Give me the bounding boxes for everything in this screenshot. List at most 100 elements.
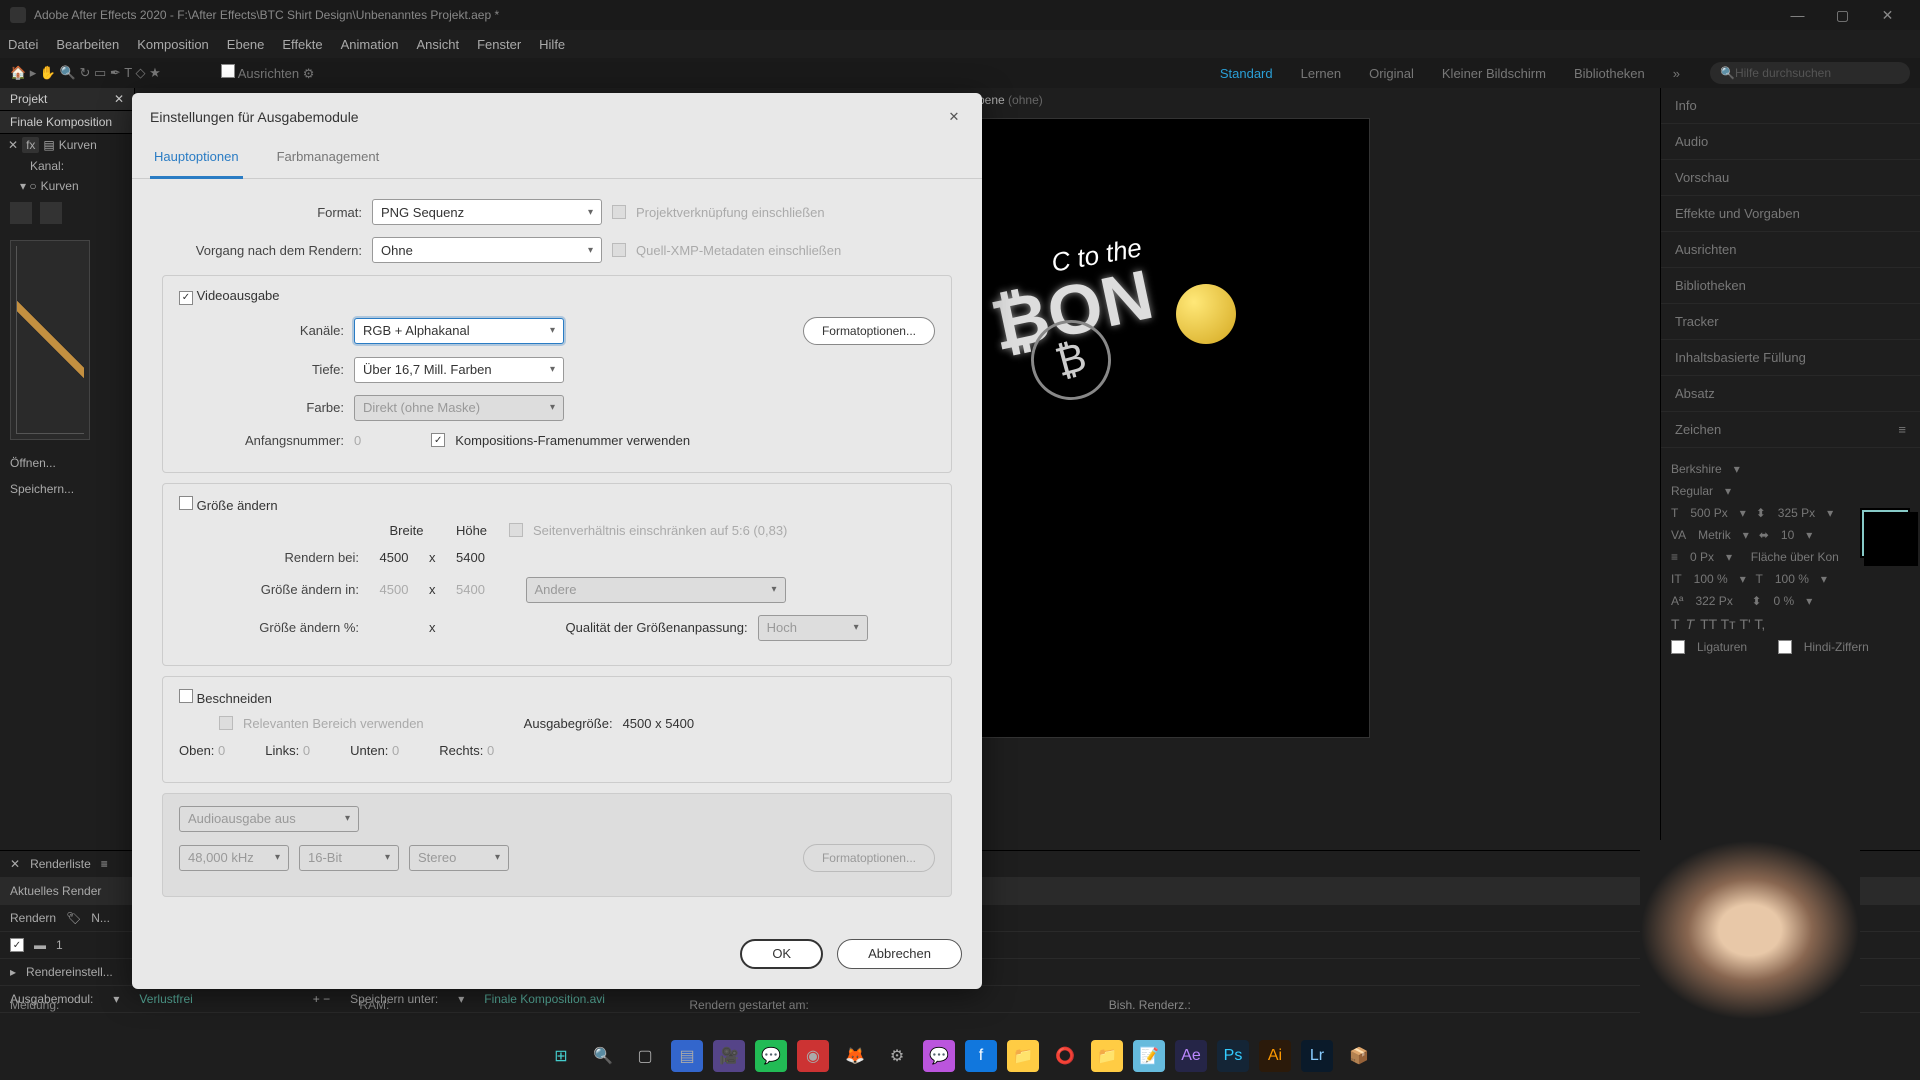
renderliste-tab[interactable]: Renderliste bbox=[30, 857, 91, 871]
tracking[interactable]: 10 bbox=[1781, 528, 1794, 542]
close-button[interactable]: ✕ bbox=[1865, 7, 1910, 24]
tool-btn-2[interactable] bbox=[40, 202, 62, 224]
curve-graph[interactable] bbox=[10, 240, 90, 440]
menu-bearbeiten[interactable]: Bearbeiten bbox=[56, 37, 119, 52]
panel-ausrichten[interactable]: Ausrichten bbox=[1661, 232, 1920, 268]
ai-icon[interactable]: Ai bbox=[1259, 1040, 1291, 1072]
ausrichten-checkbox[interactable] bbox=[221, 64, 235, 78]
rendereinstellungen[interactable]: Rendereinstell... bbox=[26, 965, 113, 979]
ae-icon[interactable]: Ae bbox=[1175, 1040, 1207, 1072]
menu-animation[interactable]: Animation bbox=[341, 37, 399, 52]
comp-name[interactable]: Finale Komposition bbox=[0, 111, 134, 134]
search-icon[interactable]: 🔍 bbox=[587, 1040, 619, 1072]
folder-icon[interactable]: 📁 bbox=[1091, 1040, 1123, 1072]
format-dropdown[interactable]: PNG Sequenz bbox=[372, 199, 602, 225]
obs-icon[interactable]: ⭕ bbox=[1049, 1040, 1081, 1072]
channels-label: Kanäle: bbox=[179, 323, 344, 338]
panel-effekte[interactable]: Effekte und Vorgaben bbox=[1661, 196, 1920, 232]
leading[interactable]: 325 Px bbox=[1778, 506, 1815, 520]
workspace-lernen[interactable]: Lernen bbox=[1301, 66, 1341, 81]
channels-dropdown[interactable]: RGB + Alphakanal bbox=[354, 318, 564, 344]
workspace-bibliotheken[interactable]: Bibliotheken bbox=[1574, 66, 1645, 81]
tool-btn-1[interactable] bbox=[10, 202, 32, 224]
resize-height: 5400 bbox=[446, 582, 496, 597]
panel-zeichen[interactable]: Zeichen bbox=[1675, 422, 1721, 437]
status-gestartet: Rendern gestartet am: bbox=[689, 998, 808, 1012]
menu-fenster[interactable]: Fenster bbox=[477, 37, 521, 52]
tab-farbmanagement[interactable]: Farbmanagement bbox=[273, 141, 384, 178]
composition-viewer[interactable]: C to the ₿ON ₿ bbox=[970, 118, 1370, 738]
workspace-kleiner[interactable]: Kleiner Bildschirm bbox=[1442, 66, 1546, 81]
app-icon-2[interactable]: 🎥 bbox=[713, 1040, 745, 1072]
panel-inhalt[interactable]: Inhaltsbasierte Füllung bbox=[1661, 340, 1920, 376]
resize-pct-label: Größe ändern %: bbox=[179, 620, 359, 635]
taskview-icon[interactable]: ▢ bbox=[629, 1040, 661, 1072]
explorer-icon[interactable]: 📁 bbox=[1007, 1040, 1039, 1072]
ps-icon[interactable]: Ps bbox=[1217, 1040, 1249, 1072]
crop-right-label: Rechts: bbox=[439, 743, 483, 758]
kurven-sub[interactable]: Kurven bbox=[41, 179, 79, 193]
app-icon-1[interactable]: ▤ bbox=[671, 1040, 703, 1072]
project-tab[interactable]: Projekt bbox=[10, 92, 47, 106]
tsume[interactable]: 0 % bbox=[1774, 594, 1795, 608]
app-icon-3[interactable]: ◉ bbox=[797, 1040, 829, 1072]
kerning[interactable]: Metrik bbox=[1698, 528, 1731, 542]
effect-kurven[interactable]: Kurven bbox=[59, 138, 97, 152]
help-search[interactable]: 🔍 Hilfe durchsuchen bbox=[1710, 62, 1910, 84]
tab-hauptoptionen[interactable]: Hauptoptionen bbox=[150, 141, 243, 179]
ligaturen-checkbox[interactable] bbox=[1671, 640, 1685, 654]
panel-bibliotheken[interactable]: Bibliotheken bbox=[1661, 268, 1920, 304]
postrender-dropdown[interactable]: Ohne bbox=[372, 237, 602, 263]
stroke[interactable]: 0 Px bbox=[1690, 550, 1714, 564]
format-options-button[interactable]: Formatoptionen... bbox=[803, 317, 935, 345]
app-icon-4[interactable]: ⚙ bbox=[881, 1040, 913, 1072]
panel-audio[interactable]: Audio bbox=[1661, 124, 1920, 160]
comp-frame-label: Kompositions-Framenummer verwenden bbox=[455, 433, 690, 448]
firefox-icon[interactable]: 🦊 bbox=[839, 1040, 871, 1072]
start-icon[interactable]: ⊞ bbox=[545, 1040, 577, 1072]
color-swatch[interactable] bbox=[1860, 508, 1910, 558]
app-icon-last[interactable]: 📦 bbox=[1343, 1040, 1375, 1072]
messenger-icon[interactable]: 💬 bbox=[923, 1040, 955, 1072]
whatsapp-icon[interactable]: 💬 bbox=[755, 1040, 787, 1072]
panel-tracker[interactable]: Tracker bbox=[1661, 304, 1920, 340]
cancel-button[interactable]: Abbrechen bbox=[837, 939, 962, 969]
ausrichten-label: Ausrichten bbox=[238, 66, 299, 81]
comp-frame-checkbox[interactable] bbox=[431, 433, 445, 447]
workspace-more[interactable]: » bbox=[1673, 66, 1680, 81]
font-size[interactable]: 500 Px bbox=[1690, 506, 1727, 520]
resize-checkbox[interactable] bbox=[179, 496, 193, 510]
menu-ebene[interactable]: Ebene bbox=[227, 37, 265, 52]
hindi-checkbox[interactable] bbox=[1778, 640, 1792, 654]
save-button[interactable]: Speichern... bbox=[0, 476, 134, 502]
baseline[interactable]: 322 Px bbox=[1695, 594, 1732, 608]
menu-komposition[interactable]: Komposition bbox=[137, 37, 209, 52]
facebook-icon[interactable]: f bbox=[965, 1040, 997, 1072]
toolbar: 🏠 ▸ ✋ 🔍 ↻ ▭ ✒ T ◇ ★ Ausrichten ⚙ Standar… bbox=[0, 58, 1920, 88]
menu-hilfe[interactable]: Hilfe bbox=[539, 37, 565, 52]
ok-button[interactable]: OK bbox=[740, 939, 823, 969]
menu-effekte[interactable]: Effekte bbox=[282, 37, 322, 52]
maximize-button[interactable]: ▢ bbox=[1820, 7, 1865, 24]
lr-icon[interactable]: Lr bbox=[1301, 1040, 1333, 1072]
depth-dropdown[interactable]: Über 16,7 Mill. Farben bbox=[354, 357, 564, 383]
dialog-close-button[interactable]: ✕ bbox=[944, 107, 964, 127]
menu-ansicht[interactable]: Ansicht bbox=[416, 37, 459, 52]
panel-info[interactable]: Info bbox=[1661, 88, 1920, 124]
minimize-button[interactable]: — bbox=[1775, 7, 1820, 23]
render-item-check[interactable] bbox=[10, 938, 24, 952]
width-header: Breite bbox=[379, 523, 434, 538]
panel-absatz[interactable]: Absatz bbox=[1661, 376, 1920, 412]
menu-datei[interactable]: Datei bbox=[8, 37, 38, 52]
style-dropdown[interactable]: Regular bbox=[1671, 484, 1713, 498]
workspace-standard[interactable]: Standard bbox=[1220, 66, 1273, 81]
hscale[interactable]: 100 % bbox=[1775, 572, 1809, 586]
vscale[interactable]: 100 % bbox=[1694, 572, 1728, 586]
notepad-icon[interactable]: 📝 bbox=[1133, 1040, 1165, 1072]
crop-checkbox[interactable] bbox=[179, 689, 193, 703]
panel-vorschau[interactable]: Vorschau bbox=[1661, 160, 1920, 196]
workspace-original[interactable]: Original bbox=[1369, 66, 1414, 81]
videoausgabe-checkbox[interactable] bbox=[179, 291, 193, 305]
open-button[interactable]: Öffnen... bbox=[0, 450, 134, 476]
font-dropdown[interactable]: Berkshire bbox=[1671, 462, 1722, 476]
